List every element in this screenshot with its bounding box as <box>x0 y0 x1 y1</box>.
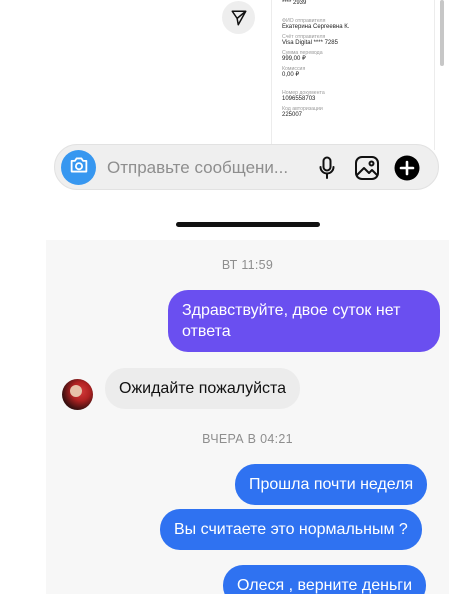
receipt-masked-card: **** 2939 <box>282 0 307 6</box>
microphone-icon[interactable] <box>313 154 341 182</box>
scrollbar[interactable] <box>440 0 444 66</box>
receipt-value: 225007 <box>282 112 303 118</box>
avatar[interactable] <box>62 379 93 410</box>
receipt-value: Екатерина Сергеевна К. <box>282 24 350 30</box>
outgoing-message[interactable]: Вы считаете это нормальным ? <box>160 509 422 550</box>
outgoing-message[interactable]: Здравствуйте, двое суток нет ответа <box>168 290 440 352</box>
outgoing-message[interactable]: Прошла почти неделя <box>235 464 428 505</box>
share-send-icon[interactable] <box>222 1 255 34</box>
attached-screenshot-panel: **** 2939 ФИО отправителя Екатерина Серг… <box>0 0 449 227</box>
gallery-icon[interactable] <box>353 154 381 182</box>
camera-icon <box>69 156 89 179</box>
receipt-value: Visa Digital **** 7285 <box>282 40 338 46</box>
camera-button[interactable] <box>61 150 96 185</box>
incoming-message[interactable]: Ожидайте пожалуйста <box>105 368 301 409</box>
message-input[interactable] <box>107 157 307 179</box>
receipt-value: 0,00 ₽ <box>282 72 300 78</box>
home-indicator <box>176 222 320 227</box>
receipt-value: 1096558703 <box>282 96 316 102</box>
plus-icon[interactable] <box>393 154 421 182</box>
timestamp: ВТ 11:59 <box>221 258 274 272</box>
outgoing-message[interactable]: Олеся , верните деньги <box>223 565 427 594</box>
receipt-image[interactable]: **** 2939 ФИО отправителя Екатерина Серг… <box>271 0 435 150</box>
timestamp: ВЧЕРА В 04:21 <box>202 432 293 446</box>
message-composer <box>54 144 439 190</box>
receipt-value: 999,00 ₽ <box>282 56 306 62</box>
